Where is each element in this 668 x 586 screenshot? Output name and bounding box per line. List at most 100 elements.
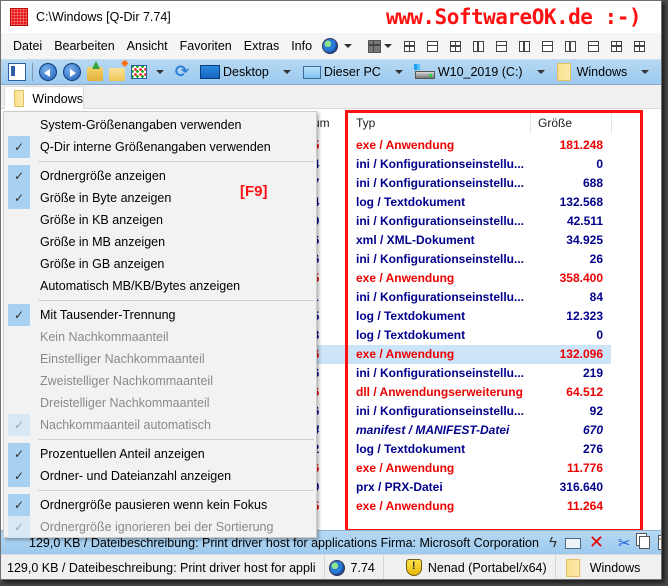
file-row[interactable]: :55log / Textdokument12.323 [301,307,611,326]
breadcrumb-dieser-pc[interactable]: Dieser PC [302,65,409,79]
file-row[interactable]: :46exe / Anwendung11.776 [301,459,611,478]
file-row[interactable]: :19prx / PRX-Datei316.640 [301,478,611,497]
layout-dropdown-arrow-icon[interactable] [384,44,393,48]
new-folder-icon[interactable] [109,59,129,81]
menu-item[interactable]: ✓ Mit Tausender-Trennung [4,304,316,326]
lightning-icon[interactable]: ϟ [549,534,557,552]
menu-datei[interactable]: Datei [7,39,48,53]
watermark: www.SoftwareOK.de :-) [385,5,642,29]
view-mode-dropdown-icon[interactable] [156,70,164,74]
menu-item[interactable]: System-Größenangaben verwenden [4,114,316,136]
chevron-down-icon[interactable] [394,70,403,74]
menu-extras[interactable]: Extras [238,39,285,53]
menu-item[interactable]: Größe in GB anzeigen [4,253,316,275]
menu-item[interactable]: Größe in KB anzeigen [4,209,316,231]
column-header-type[interactable]: Typ [351,112,531,134]
menu-item[interactable]: ✓ Prozentuellen Anteil anzeigen [4,443,316,465]
file-row[interactable]: :19ini / Konfigurationseinstellu...42.51… [301,212,611,231]
layout-3-bottom-icon[interactable] [450,40,462,52]
file-row[interactable]: :46xml / XML-Dokument34.925 [301,231,611,250]
folder-up-icon[interactable] [87,61,103,81]
file-row[interactable]: :12log / Textdokument276 [301,440,611,459]
toolbar-separator [32,63,33,81]
cell-type: manifest / MANIFEST-Datei [356,423,510,437]
cell-type: exe / Anwendung [356,347,455,361]
file-row[interactable]: :36exe / Anwendung132.096 [301,345,611,364]
status-version[interactable]: 7.74 [325,555,384,579]
size-options-context-menu: [F9] System-Größenangaben verwenden ✓ Q-Di… [3,111,317,538]
menu-item[interactable]: ✓ Größe in Byte anzeigen [4,187,316,209]
breadcrumb-desktop[interactable]: Desktop [200,65,297,79]
menu-item-label: System-Größenangaben verwenden [40,118,242,132]
paste-button[interactable] [657,534,661,552]
chevron-down-icon[interactable] [536,70,545,74]
menu-item[interactable]: ✓ Q-Dir interne Größenangaben verwenden [4,136,316,158]
layout-4-panes-icon[interactable] [368,39,382,53]
menu-item[interactable]: Größe in MB anzeigen [4,231,316,253]
column-header-label: Typ [356,116,376,130]
forward-icon[interactable] [63,63,81,81]
file-row[interactable]: :17ini / Konfigurationseinstellu...688 [301,174,611,193]
layout-3-rows-icon[interactable] [588,40,600,52]
layout-3-columns-icon[interactable] [565,40,577,52]
file-row[interactable]: :45exe / Anwendung181.248 [301,136,611,155]
layout-4-columns-icon[interactable] [519,40,531,52]
menu-bearbeiten[interactable]: Bearbeiten [48,39,120,53]
file-row[interactable]: :54ini / Konfigurationseinstellu...0 [301,155,611,174]
menu-item[interactable]: ✓ Ordnergröße pausieren wenn kein Fokus [4,494,316,516]
menu-item[interactable]: ✓ Ordnergröße anzeigen [4,165,316,187]
file-row[interactable]: :45exe / Anwendung358.400 [301,269,611,288]
menu-favoriten[interactable]: Favoriten [174,39,238,53]
file-row[interactable]: :04log / Textdokument132.568 [301,193,611,212]
layout-3-left-icon[interactable] [611,40,623,52]
cut-icon[interactable]: ✂ [618,534,631,552]
q-dir-app-icon[interactable] [10,8,28,26]
tab-windows[interactable]: Windows [4,86,84,110]
delete-icon[interactable]: ✕ [589,532,604,552]
chevron-down-icon[interactable] [641,70,650,74]
layout-quad-icon[interactable] [404,40,416,52]
file-row[interactable]: :46dll / Anwendungserweiterung64.512 [301,383,611,402]
globe-icon[interactable] [322,38,339,54]
layout-2-horizontal-icon[interactable] [496,40,508,52]
menu-item[interactable]: ✓ Ordner- und Dateianzahl anzeigen [4,465,316,487]
breadcrumb-label: Windows [576,65,628,79]
title-bar: C:\Windows [Q-Dir 7.74] www.SoftwareOK.d… [1,1,661,33]
cell-type: prx / PRX-Datei [356,480,443,494]
file-row[interactable]: :11ini / Konfigurationseinstellu...84 [301,288,611,307]
file-row[interactable]: :13log / Textdokument0 [301,326,611,345]
status-folder[interactable]: Windows [556,555,661,579]
panel-toggle-icon[interactable] [8,63,26,81]
refresh-icon[interactable]: ⟳ [173,63,191,81]
breadcrumb-drive-c[interactable]: W10_2019 (C:) [413,64,551,79]
file-row[interactable]: :45exe / Anwendung11.264 [301,497,611,516]
layout-2-vertical-icon[interactable] [473,40,485,52]
copy-button[interactable] [638,534,650,552]
layout-buttons [362,39,651,53]
menu-info[interactable]: Info [285,39,318,53]
file-row[interactable]: :44manifest / MANIFEST-Datei670 [301,421,611,440]
menu-item: Kein Nachkommaanteil [4,326,316,348]
status-user[interactable]: Nenad (Portabel/x64) [384,555,556,579]
layout-4-rows-icon[interactable] [542,40,554,52]
file-row[interactable]: :36ini / Konfigurationseinstellu...219 [301,364,611,383]
properties-button[interactable] [564,534,581,552]
column-header-size[interactable]: Größe [532,112,612,134]
checkmark-icon: ✓ [8,516,30,538]
back-icon[interactable] [39,63,57,81]
chevron-down-icon[interactable] [282,70,291,74]
breadcrumb-windows[interactable]: Windows [556,63,656,81]
view-mode-icon[interactable] [131,65,147,79]
cell-size: 132.568 [559,195,603,209]
menu-item[interactable]: Automatisch MB/KB/Bytes anzeigen [4,275,316,297]
file-row[interactable]: :06ini / Konfigurationseinstellu...26 [301,250,611,269]
cell-type: xml / XML-Dokument [356,233,475,247]
menu-ansicht[interactable]: Ansicht [121,39,174,53]
cell-size: 0 [596,328,603,342]
file-row[interactable]: :36ini / Konfigurationseinstellu...92 [301,402,611,421]
cell-type: ini / Konfigurationseinstellu... [356,214,525,228]
layout-3-top-icon[interactable] [427,40,439,52]
globe-dropdown-arrow-icon[interactable] [344,44,353,48]
layout-3-right-icon[interactable] [634,40,646,52]
cell-size: 358.400 [559,271,603,285]
